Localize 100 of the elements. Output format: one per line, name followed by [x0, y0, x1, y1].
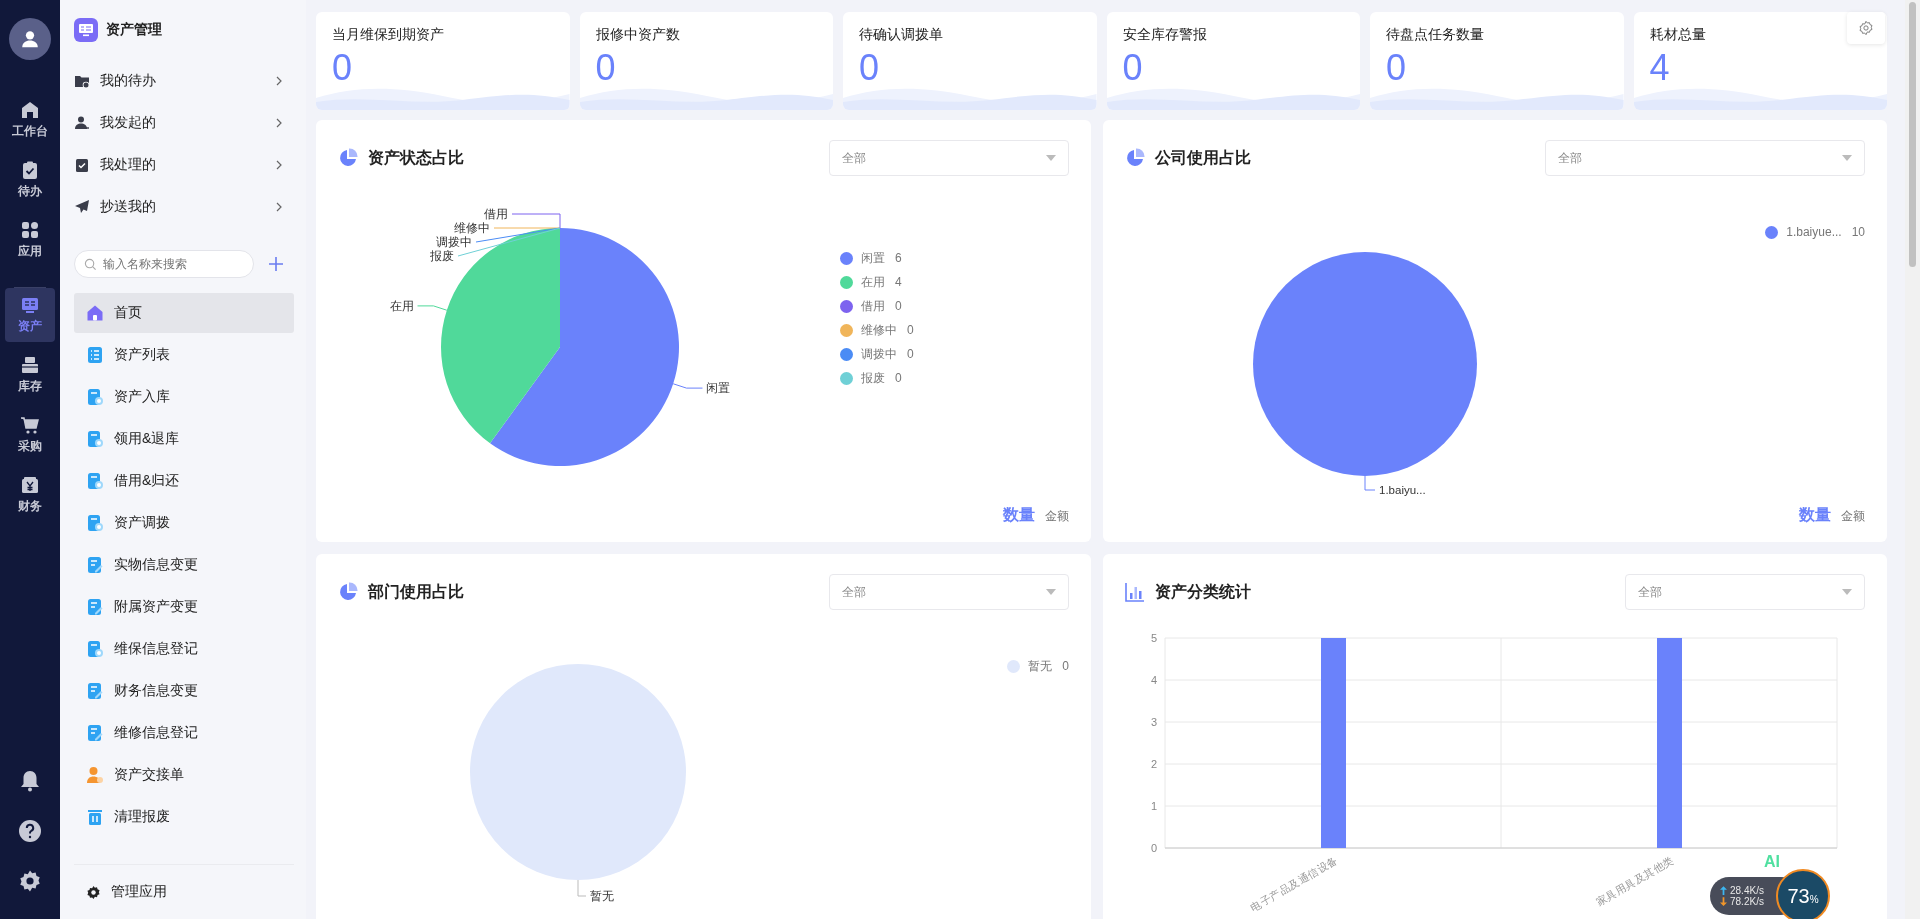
panel-title: 资产分类统计 [1155, 581, 1252, 602]
sidebar-item[interactable]: 资产列表 [74, 335, 294, 375]
legend-value: 0 [895, 299, 902, 313]
notification-bell-icon[interactable] [18, 769, 42, 793]
rail-nav-item[interactable]: 工作台 [5, 93, 55, 147]
pie-chart-icon [338, 582, 358, 602]
box-icon [20, 355, 40, 375]
legend-label[interactable]: 1.baiyue... [1786, 225, 1842, 239]
document-edit-icon [86, 556, 104, 574]
rail-nav-item[interactable]: 库存 [5, 348, 55, 402]
document-icon [86, 472, 104, 490]
leader-line [417, 305, 448, 311]
x-axis-label: 电子产品及通信设备 [1248, 853, 1340, 914]
y-axis-tick: 1 [1150, 800, 1157, 812]
legend-label[interactable]: 在用 [861, 273, 885, 291]
caret-down-icon [1046, 589, 1056, 595]
y-axis-tick: 5 [1150, 632, 1157, 644]
quick-menu-item[interactable]: 我处理的 [74, 144, 294, 186]
sidebar-item[interactable]: 资产入库 [74, 377, 294, 417]
slice-label: 1.baiyu... [1379, 484, 1426, 496]
download-speed: 78.2K/s [1730, 896, 1764, 907]
rail-nav-item[interactable]: 应用 [5, 213, 55, 267]
clipboard-check-icon [20, 160, 40, 180]
rail-nav-item[interactable]: 资产 [5, 288, 55, 342]
stat-label: 当月维保到期资产 [332, 26, 444, 44]
document-edit-icon [86, 724, 104, 742]
chevron-right-icon [274, 118, 284, 128]
avatar[interactable] [9, 18, 51, 60]
stat-label: 耗材总量 [1649, 26, 1706, 44]
metric-toggle[interactable]: 金额 [1841, 508, 1865, 525]
legend-value: 10 [1851, 225, 1865, 239]
document-icon [86, 514, 104, 532]
sidebar-item[interactable]: 首页 [74, 293, 294, 333]
chevron-right-icon [274, 202, 284, 212]
filter-dropdown[interactable]: 全部 [1625, 574, 1865, 610]
rail-nav-item[interactable]: 采购 [5, 408, 55, 462]
metric-toggle[interactable]: 金额 [1045, 508, 1069, 525]
trash-icon [86, 808, 104, 826]
manage-apps-button[interactable]: 管理应用 [74, 864, 294, 919]
upload-speed: 28.4K/s [1730, 885, 1764, 896]
legend-value: 6 [895, 251, 902, 265]
document-edit-icon [86, 598, 104, 616]
person-icon [86, 766, 104, 784]
quick-menu-item[interactable]: 我的待办 [74, 60, 294, 102]
sidebar-item[interactable]: 借用&归还 [74, 461, 294, 501]
pie-chart-icon [338, 148, 358, 168]
scrollbar[interactable] [1905, 0, 1920, 919]
leader-line [1364, 475, 1376, 491]
sidebar-item[interactable]: 实物信息变更 [74, 545, 294, 585]
legend-value: 0 [907, 347, 914, 361]
sidebar-item[interactable]: 资产交接单 [74, 755, 294, 795]
panel-title: 资产状态占比 [368, 147, 465, 168]
slice-label: 借用 [484, 208, 508, 220]
stat-label: 待盘点任务数量 [1386, 26, 1484, 44]
apps-grid-icon [20, 220, 40, 240]
sidebar-item[interactable]: 附属资产变更 [74, 587, 294, 627]
leader-line [672, 383, 703, 389]
clipboard-check-icon [74, 157, 90, 173]
panel-title: 部门使用占比 [368, 581, 465, 602]
filter-dropdown[interactable]: 全部 [829, 140, 1069, 176]
slice-label: 调拨中 [436, 236, 472, 248]
sidebar-item[interactable]: 维保信息登记 [74, 629, 294, 669]
empty-label: 暂无 [590, 890, 614, 902]
home-icon [86, 304, 104, 322]
legend-label[interactable]: 闲置 [861, 249, 885, 267]
stat-value: 0 [1122, 48, 1143, 88]
x-axis-label: 家具用具及其他类 [1593, 853, 1676, 908]
download-arrow-icon [1720, 897, 1727, 906]
quick-menu-item[interactable]: 我发起的 [74, 102, 294, 144]
sidebar-item[interactable]: 清理报废 [74, 797, 294, 837]
sidebar-item[interactable]: 财务信息变更 [74, 671, 294, 711]
legend-label[interactable]: 借用 [861, 297, 885, 315]
y-axis-tick: 4 [1150, 674, 1157, 686]
quick-menu-item[interactable]: 抄送我的 [74, 186, 294, 228]
rail-nav-item[interactable]: 待办 [5, 153, 55, 207]
search-field[interactable]: 输入名称来搜索 [74, 250, 254, 278]
rail-nav-item[interactable]: 财务 [5, 468, 55, 522]
filter-dropdown[interactable]: 全部 [1545, 140, 1865, 176]
legend-label[interactable]: 报废 [861, 369, 885, 387]
settings-icon[interactable] [18, 869, 42, 893]
upload-arrow-icon [1720, 886, 1727, 895]
gear-icon [86, 884, 101, 900]
legend-value: 4 [895, 275, 902, 289]
help-icon[interactable] [18, 819, 42, 843]
sidebar-item[interactable]: 领用&退库 [74, 419, 294, 459]
app-logo-icon [74, 18, 98, 42]
settings-icon [1858, 20, 1874, 36]
leader-line [577, 879, 587, 897]
y-axis-tick: 3 [1150, 716, 1157, 728]
filter-dropdown[interactable]: 全部 [829, 574, 1069, 610]
legend-label[interactable]: 维修中 [861, 321, 897, 339]
legend-label[interactable]: 调拨中 [861, 345, 897, 363]
sidebar-item[interactable]: 维修信息登记 [74, 713, 294, 753]
sidebar-item[interactable]: 资产调拨 [74, 503, 294, 543]
add-icon[interactable] [268, 256, 284, 272]
legend-label[interactable]: 暂无 [1028, 657, 1053, 675]
stat-value: 0 [595, 48, 616, 88]
stat-label: 报修中资产数 [595, 26, 680, 44]
stat-value: 4 [1649, 48, 1670, 88]
y-axis-tick: 2 [1150, 758, 1157, 770]
